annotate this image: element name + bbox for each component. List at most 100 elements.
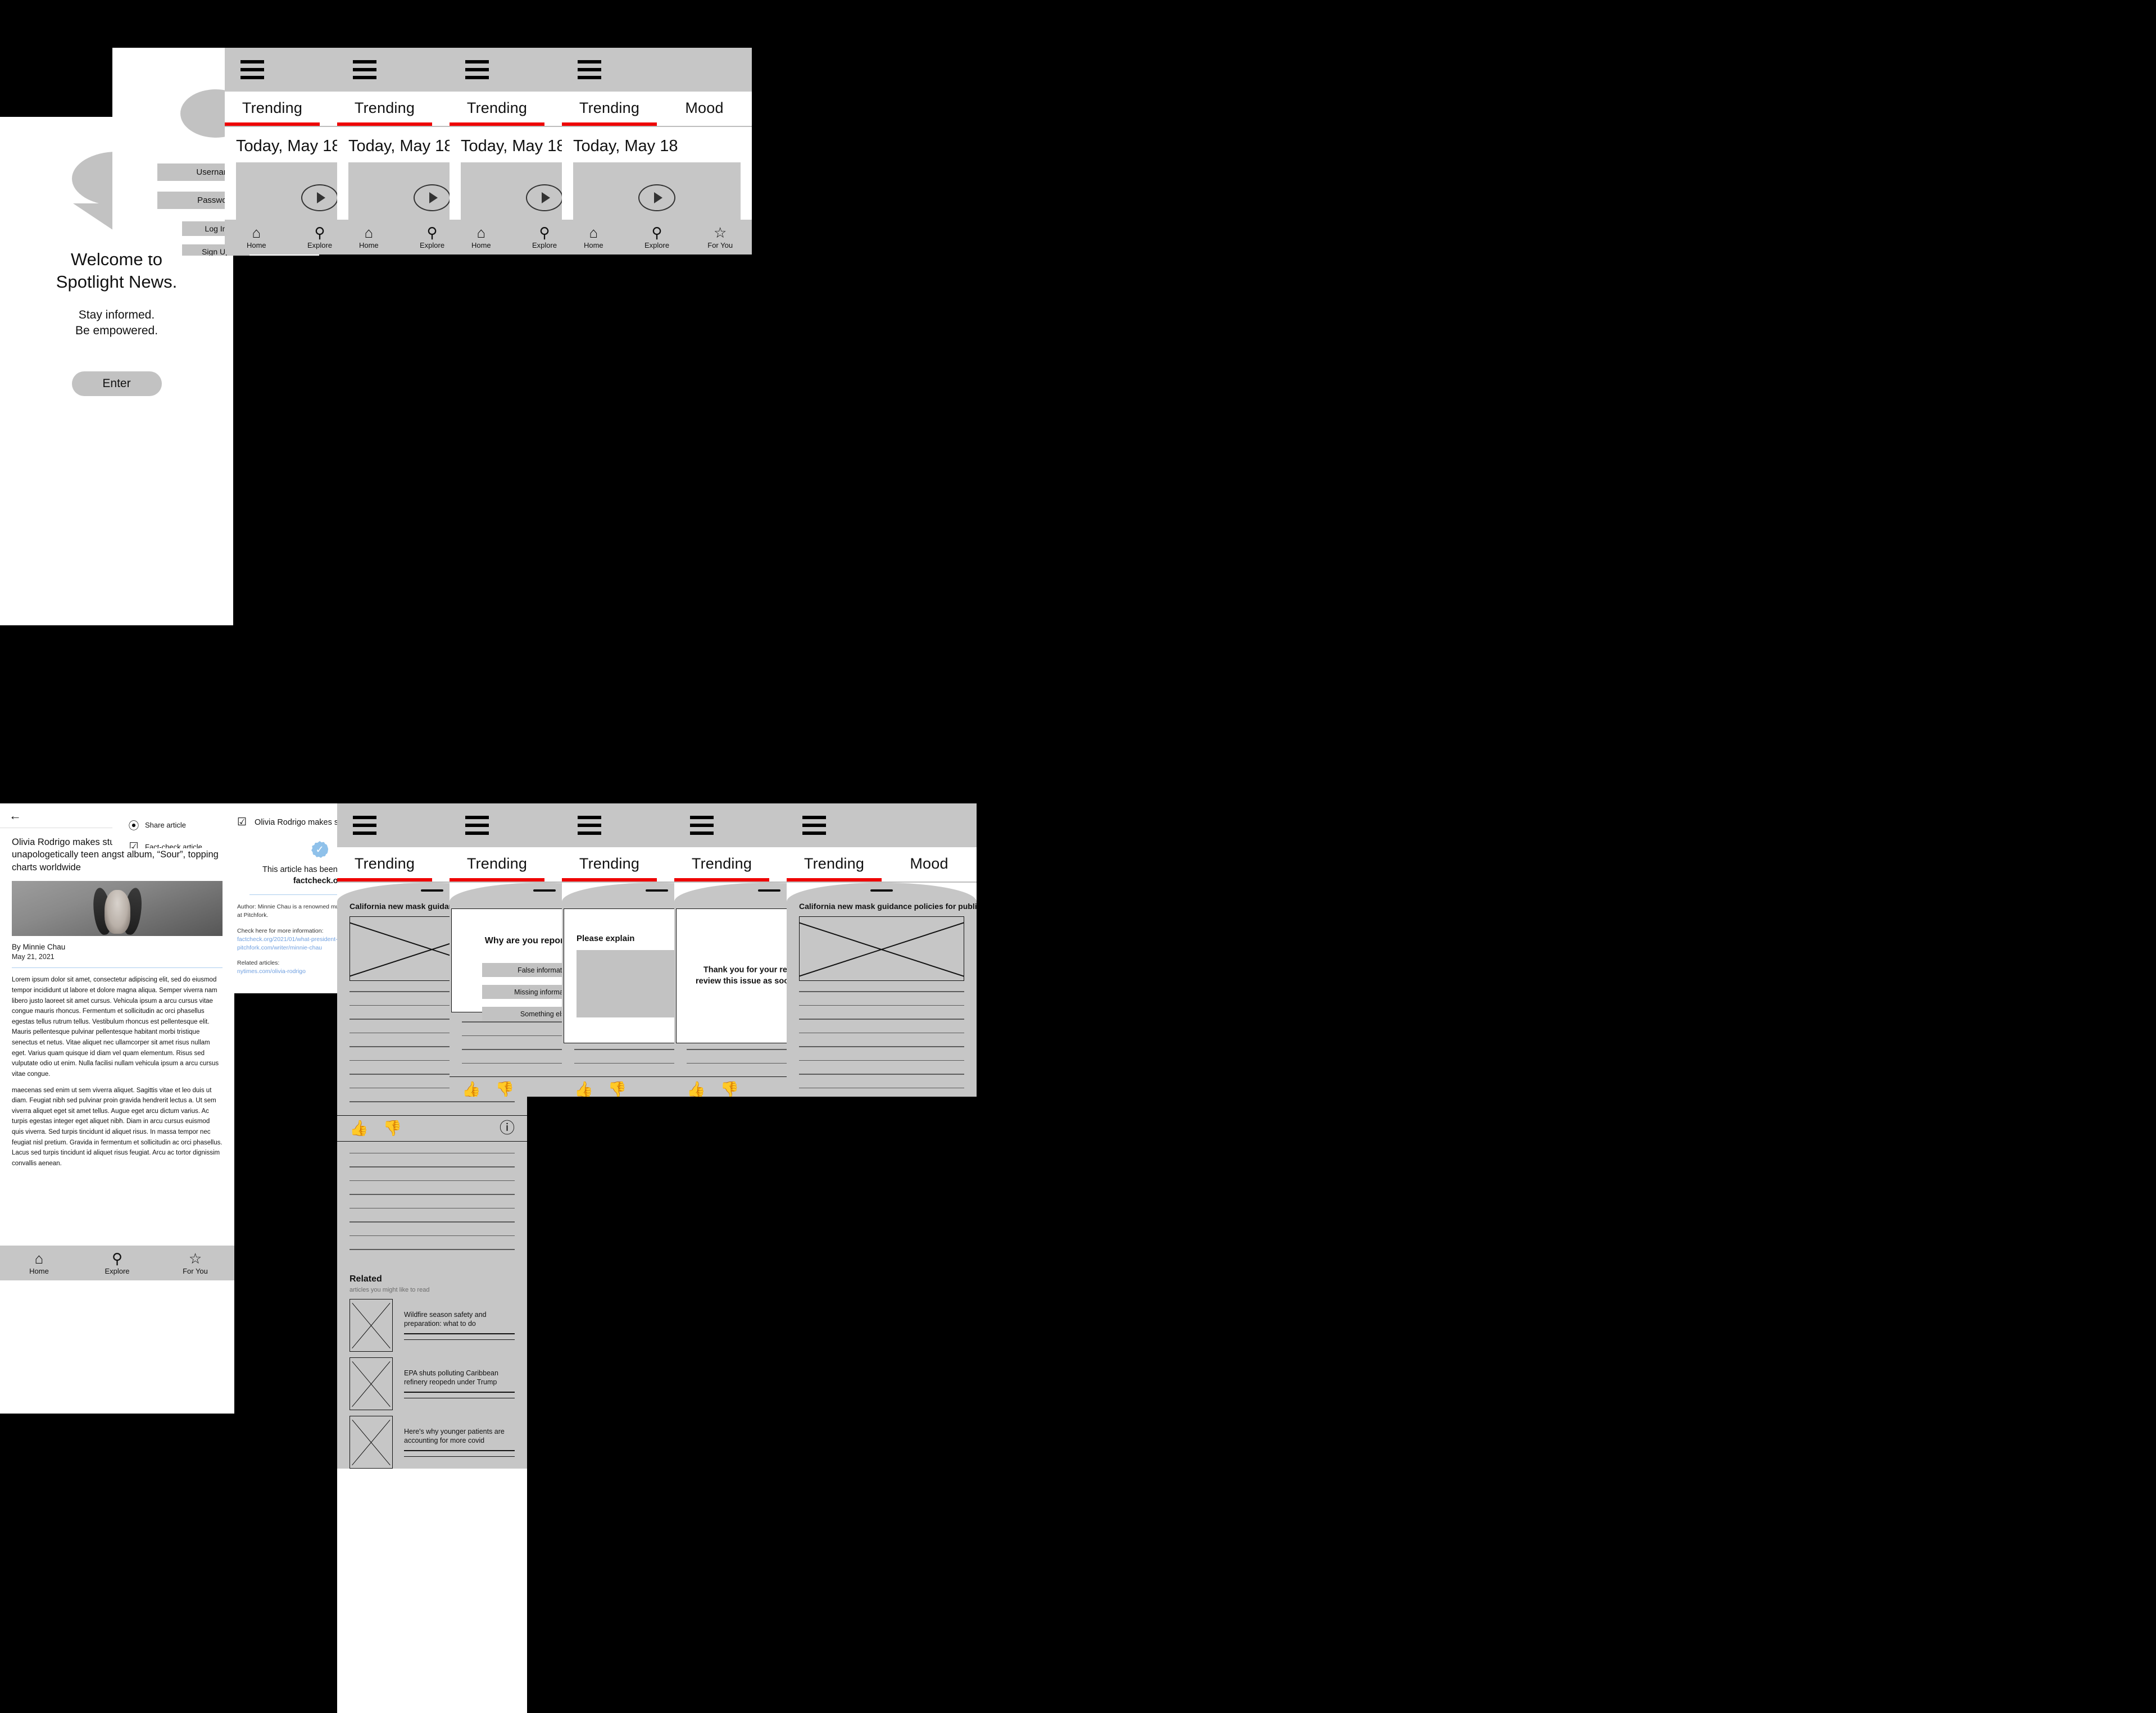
report-exclamation-icon[interactable]: ⓘ [500,1120,515,1136]
tab-trending[interactable]: Trending [674,847,769,882]
hamburger-menu-icon[interactable] [465,60,489,79]
welcome-subtitle: Stay informed. Be empowered. [75,308,158,338]
nav-home-label: Home [471,240,491,249]
nav-home[interactable]: ⌂ Home [0,1251,78,1275]
body-text-placeholder-2 [337,1142,527,1250]
tab-trending-label: Trending [466,99,528,116]
home-icon: ⌂ [589,224,598,241]
tab-trending[interactable]: Trending [337,92,432,126]
related-thumbnail [350,1415,393,1469]
nav-home[interactable]: ⌂ Home [450,225,513,249]
nav-home-label: Home [358,240,379,249]
related-subheading: articles you might like to read [350,1286,430,1293]
screen-feed-entertainment: Trending Mood Today, May 18 Today's Brie… [562,48,752,255]
related-item-title-text: Wildfire season safety and preparation: … [404,1310,487,1328]
play-icon [414,184,451,211]
star-icon: ☆ [714,224,727,241]
back-arrow-icon[interactable]: ← [9,808,21,823]
related-item-title: Wildfire season safety and preparation: … [404,1310,515,1341]
thumbs-down-icon[interactable]: 👎 [720,1082,739,1097]
thumbs-down-icon[interactable]: 👎 [496,1082,515,1097]
share-icon: ⦿ [128,820,139,832]
log-in-button-label: Log In [205,224,227,233]
nav-explore-label: Explore [105,1266,130,1275]
star-icon: ☆ [188,1249,202,1267]
tab-trending[interactable]: Trending [562,847,657,882]
related-item-title: EPA shuts polluting Caribbean refinery r… [404,1369,515,1399]
tab-mood-label: Mood [910,855,948,872]
tab-trending-label: Trending [354,855,415,872]
nav-home-label: Home [29,1266,49,1275]
reading-image-placeholder [799,916,964,981]
wireframe-canvas: Welcome to Spotlight News. Stay informed… [0,0,2156,1713]
home-icon: ⌂ [364,224,374,241]
nav-home-label: Home [246,240,266,249]
tab-trending-label: Trending [804,855,865,872]
article-hero-photo [12,881,223,937]
thumbs-down-icon[interactable]: 👎 [608,1082,627,1097]
factcheck-icon: ☑ [237,816,247,828]
nav-for-you[interactable]: ☆ For You [688,225,752,249]
hamburger-menu-icon[interactable] [353,60,376,79]
tab-trending[interactable]: Trending [787,847,882,882]
day-header: Today, May 18 [573,137,678,155]
nav-explore-label: Explore [644,240,670,249]
reaction-bar: 👍 👎 ⓘ [337,1115,527,1142]
hamburger-menu-icon[interactable] [353,816,376,835]
nav-explore[interactable]: ⚲ Explore [625,225,689,249]
hamburger-menu-icon[interactable] [578,816,601,835]
related-item[interactable]: EPA shuts polluting Caribbean refinery r… [337,1352,527,1410]
menu-item-share-label: Share article [145,821,186,829]
tab-trending[interactable]: Trending [450,92,544,126]
feed-tabs: Trending Mood [562,92,752,127]
nav-explore[interactable]: ⚲ Explore [78,1251,156,1275]
nav-for-you[interactable]: ☆ For You [156,1251,234,1275]
play-icon [638,184,675,211]
tab-trending-label: Trending [354,99,415,116]
nav-for-you-label: For You [183,1266,208,1275]
tab-mood[interactable]: Mood [657,92,752,126]
hamburger-menu-icon[interactable] [802,816,826,835]
related-item[interactable]: Here's why younger patients are accounti… [337,1410,527,1469]
tab-trending-label: Trending [466,855,528,872]
home-icon: ⌂ [476,224,486,241]
home-icon: ⌂ [34,1249,44,1267]
play-icon [301,184,338,211]
tab-mood-label: Mood [685,99,724,116]
reading-title: California new mask guidance policies fo… [799,902,977,911]
hamburger-menu-icon[interactable] [578,60,601,79]
body-text-placeholder [787,981,977,1097]
app-bar [562,48,752,92]
tab-trending[interactable]: Trending [450,847,544,882]
feed-tabs: Trending Mood [787,847,977,883]
tab-trending-label: Trending [579,855,640,872]
thumbs-up-icon[interactable]: 👍 [350,1120,369,1136]
related-item[interactable]: Wildfire season safety and preparation: … [337,1293,527,1352]
article-byline: By Minnie Chau [12,943,66,952]
related-item-title: Here's why younger patients are accounti… [404,1427,515,1457]
tab-trending-label: Trending [242,99,303,116]
tab-trending[interactable]: Trending [562,92,657,126]
hamburger-menu-icon[interactable] [240,60,264,79]
tab-trending[interactable]: Trending [225,92,320,126]
thumbs-up-icon[interactable]: 👍 [462,1082,481,1097]
related-thumbnail [350,1298,393,1352]
search-icon: ⚲ [651,224,662,241]
tab-trending[interactable]: Trending [337,847,432,882]
nav-home[interactable]: ⌂ Home [562,225,625,249]
related-thumbnail [350,1357,393,1410]
related-heading: Related [350,1274,382,1284]
nav-home[interactable]: ⌂ Home [225,225,288,249]
verified-badge-icon: ✓ [311,841,328,858]
thumbs-down-icon[interactable]: 👎 [383,1120,402,1136]
thumbs-up-icon[interactable]: 👍 [574,1082,593,1097]
hamburger-menu-icon[interactable] [465,816,489,835]
play-icon [526,184,563,211]
bottom-navigation: ⌂ Home ⚲ Explore ☆ For You [0,1246,234,1280]
thumbs-up-icon[interactable]: 👍 [687,1082,706,1097]
enter-button[interactable]: Enter [71,371,162,397]
tab-mood[interactable]: Mood [882,847,977,882]
factcheck-icon: ☑ [129,841,139,848]
hamburger-menu-icon[interactable] [690,816,714,835]
nav-home[interactable]: ⌂ Home [337,225,401,249]
